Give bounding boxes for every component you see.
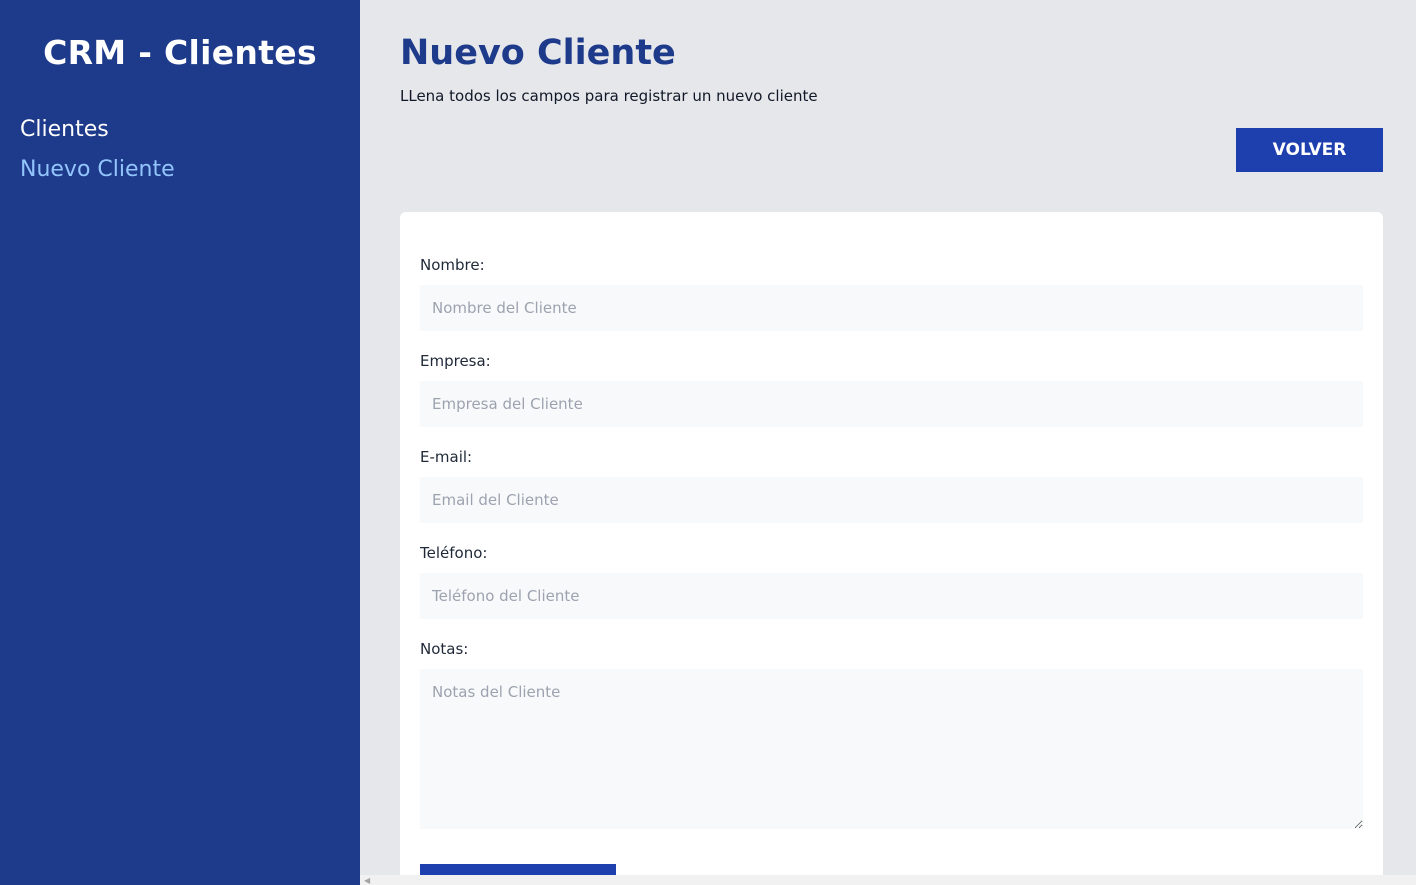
telefono-label: Teléfono: (420, 544, 488, 562)
page-subtitle: LLena todos los campos para registrar un… (400, 87, 818, 105)
nombre-input[interactable] (420, 285, 1363, 331)
chevron-left-icon[interactable]: ◀ (364, 876, 370, 885)
sidebar-item-clientes[interactable]: Clientes (20, 114, 175, 154)
notas-textarea[interactable] (420, 669, 1363, 829)
notas-label: Notas: (420, 640, 469, 658)
page-title: Nuevo Cliente (400, 33, 676, 73)
horizontal-scrollbar[interactable]: ◀ (360, 875, 1416, 885)
empresa-input[interactable] (420, 381, 1363, 427)
sidebar-nav: Clientes Nuevo Cliente (20, 114, 175, 194)
telefono-input[interactable] (420, 573, 1363, 619)
email-label: E-mail: (420, 448, 473, 466)
empresa-label: Empresa: (420, 352, 491, 370)
sidebar: CRM - Clientes Clientes Nuevo Cliente (0, 0, 360, 885)
email-input[interactable] (420, 477, 1363, 523)
new-client-form: Nombre: Empresa: E-mail: Teléfono: Notas… (400, 212, 1383, 885)
nombre-label: Nombre: (420, 256, 485, 274)
sidebar-item-nuevo-cliente[interactable]: Nuevo Cliente (20, 154, 175, 194)
back-button[interactable]: VOLVER (1236, 128, 1383, 172)
brand-title: CRM - Clientes (43, 33, 317, 72)
main-content: Nuevo Cliente LLena todos los campos par… (360, 0, 1416, 885)
